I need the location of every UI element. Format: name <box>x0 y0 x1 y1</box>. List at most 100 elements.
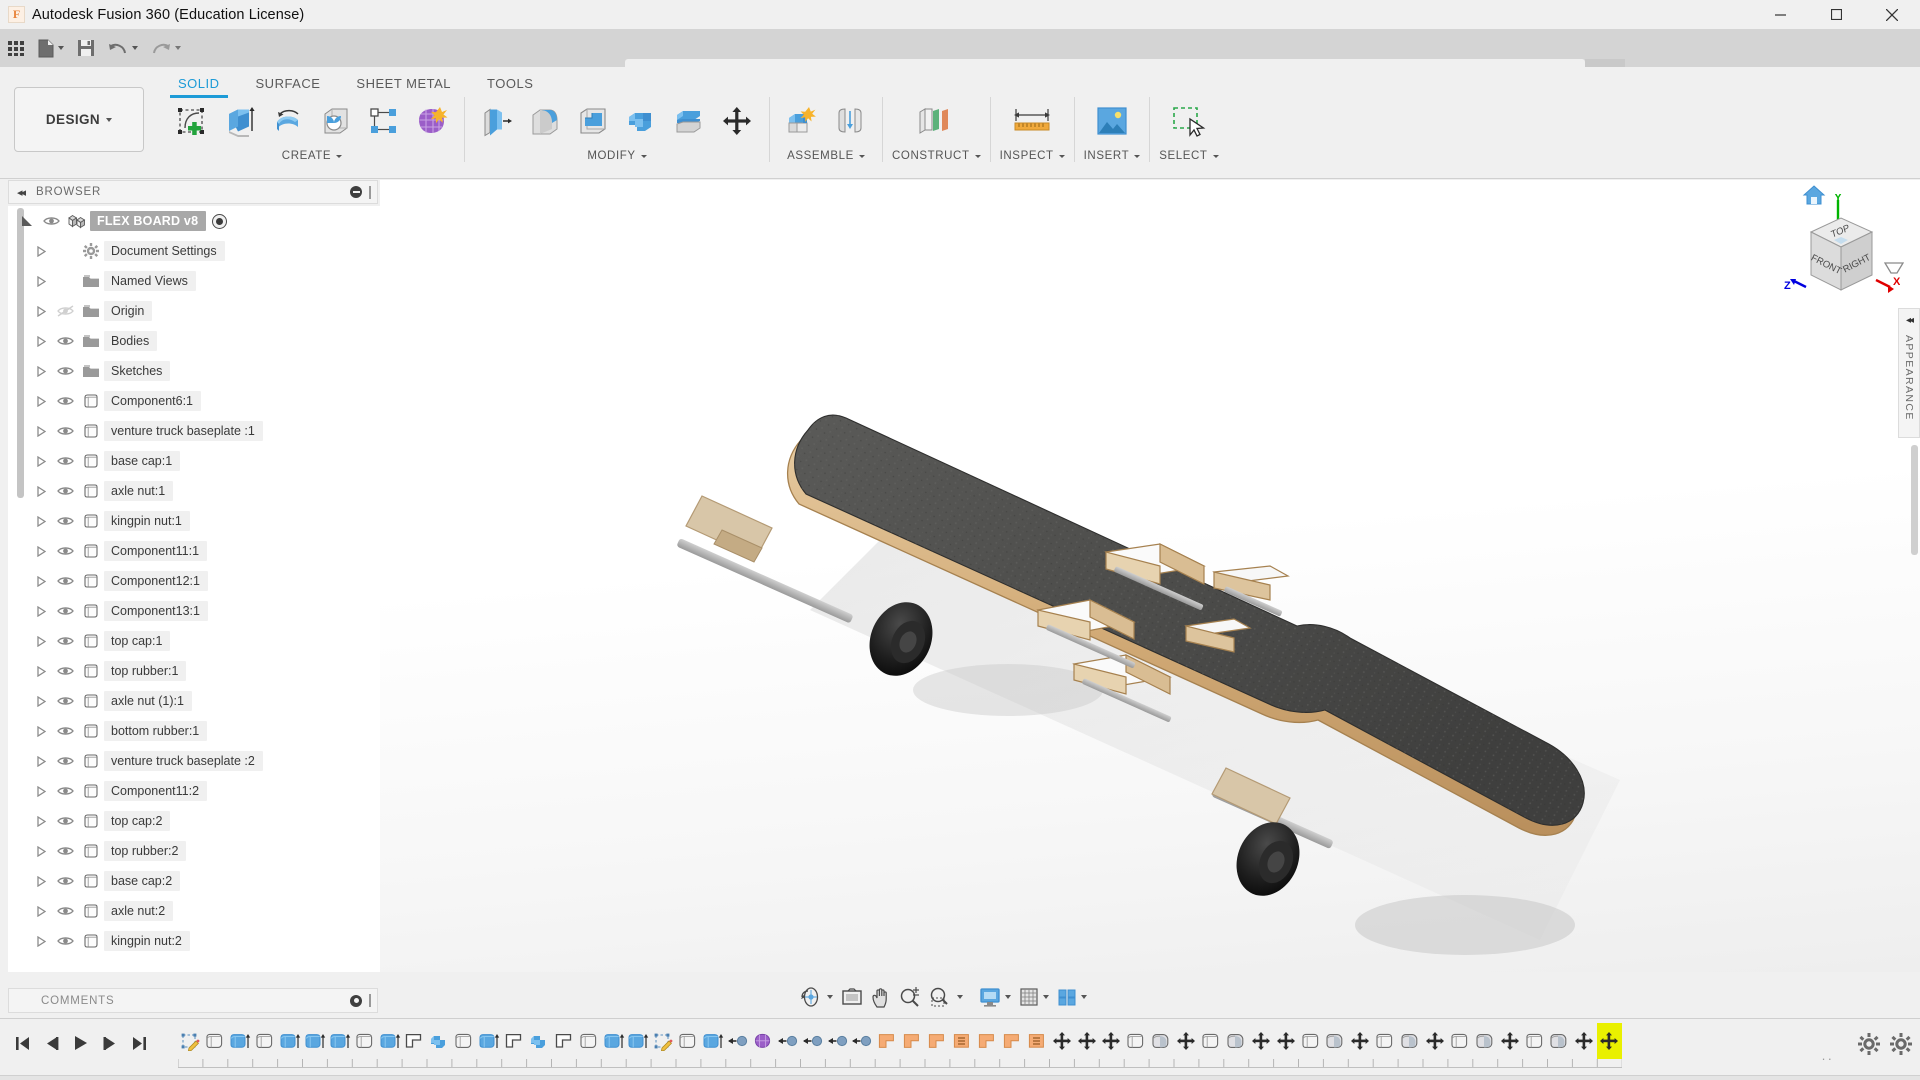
viewports-icon[interactable] <box>1053 982 1091 1012</box>
viewcube-menu-arrow-icon[interactable] <box>1883 262 1905 280</box>
pattern-icon[interactable] <box>361 97 407 145</box>
tree-expand-icon[interactable] <box>30 485 52 497</box>
visibility-eye-icon[interactable] <box>52 335 78 347</box>
timeline-feature[interactable] <box>925 1023 950 1059</box>
zoom-window-caret-icon[interactable] <box>957 995 963 999</box>
tree-expand-icon[interactable] <box>30 815 52 827</box>
measure-icon[interactable] <box>1000 97 1064 145</box>
timeline-feature[interactable] <box>750 1023 775 1059</box>
appearance-collapse-icon[interactable]: ◂◂ <box>1906 315 1914 326</box>
timeline-feature[interactable] <box>651 1023 676 1059</box>
visibility-eye-icon[interactable] <box>52 785 78 797</box>
pan-icon[interactable] <box>867 982 895 1012</box>
timeline-feature[interactable] <box>302 1023 327 1059</box>
panel-modify-caret-icon[interactable] <box>640 154 647 158</box>
jump-end-icon[interactable] <box>124 1029 153 1057</box>
panel-assemble-label[interactable]: ASSEMBLE <box>787 150 865 162</box>
browser-tree[interactable]: FLEX BOARD v8 Document Settings Named View… <box>8 206 380 972</box>
timeline-feature[interactable] <box>253 1023 278 1059</box>
orbit-caret-icon[interactable] <box>827 995 833 999</box>
tree-row[interactable]: Origin <box>8 296 380 326</box>
tree-row[interactable]: Component6:1 <box>8 386 380 416</box>
timeline-feature[interactable] <box>1547 1023 1572 1059</box>
timeline-feature[interactable] <box>278 1023 303 1059</box>
tab-sheet-metal[interactable]: SHEET METAL <box>338 72 469 98</box>
tree-row[interactable]: Component11:1 <box>8 536 380 566</box>
canvas-scrollbar[interactable] <box>1911 445 1918 555</box>
extrude-icon[interactable] <box>217 97 263 145</box>
zoom-icon[interactable] <box>895 982 925 1012</box>
timeline-feature[interactable] <box>427 1023 452 1059</box>
timeline-feature[interactable] <box>1223 1023 1248 1059</box>
timeline-feature[interactable] <box>825 1023 850 1059</box>
tree-row[interactable]: axle nut (1):1 <box>8 686 380 716</box>
move-copy-icon[interactable] <box>714 97 760 145</box>
revolve-icon[interactable] <box>265 97 311 145</box>
tree-row[interactable]: kingpin nut:2 <box>8 926 380 956</box>
timeline-feature[interactable] <box>1174 1023 1199 1059</box>
timeline-feature[interactable] <box>477 1023 502 1059</box>
tree-expand-icon[interactable] <box>30 575 52 587</box>
visibility-eye-icon[interactable] <box>52 365 78 377</box>
timeline-feature[interactable] <box>1447 1023 1472 1059</box>
tree-row[interactable]: top cap:2 <box>8 806 380 836</box>
grid-snap-icon[interactable] <box>1015 982 1053 1012</box>
visibility-eye-icon[interactable] <box>52 545 78 557</box>
new-file-icon[interactable] <box>33 32 69 64</box>
timeline-feature[interactable] <box>800 1023 825 1059</box>
pan-look-at-icon[interactable] <box>837 982 867 1012</box>
tree-expand-icon[interactable] <box>30 845 52 857</box>
visibility-eye-icon[interactable] <box>52 605 78 617</box>
close-button[interactable] <box>1864 0 1920 29</box>
tree-expand-icon[interactable] <box>30 275 52 287</box>
minimize-button[interactable] <box>1752 0 1808 29</box>
tree-expand-icon[interactable] <box>30 905 52 917</box>
timeline-feature[interactable] <box>601 1023 626 1059</box>
fillet-icon[interactable] <box>522 97 568 145</box>
timeline-feature[interactable] <box>452 1023 477 1059</box>
timeline-settings-icon[interactable] <box>1890 1033 1912 1060</box>
timeline-feature[interactable] <box>1024 1023 1049 1059</box>
timeline-feature[interactable] <box>402 1023 427 1059</box>
visibility-eye-icon[interactable] <box>52 395 78 407</box>
timeline-feature[interactable] <box>327 1023 352 1059</box>
save-icon[interactable] <box>72 32 100 64</box>
viewports-caret-icon[interactable] <box>1081 995 1087 999</box>
tree-expand-icon[interactable] <box>30 245 52 257</box>
timeline-feature[interactable] <box>775 1023 800 1059</box>
timeline-feature[interactable] <box>1199 1023 1224 1059</box>
timeline-feature[interactable] <box>1149 1023 1174 1059</box>
timeline-feature[interactable] <box>726 1023 751 1059</box>
tree-expand-icon[interactable] <box>30 335 52 347</box>
tree-row[interactable]: Document Settings <box>8 236 380 266</box>
visibility-eye-icon[interactable] <box>52 455 78 467</box>
timeline-feature[interactable] <box>875 1023 900 1059</box>
timeline-feature[interactable] <box>1248 1023 1273 1059</box>
tree-expand-icon[interactable] <box>30 755 52 767</box>
tree-expand-icon[interactable] <box>30 695 52 707</box>
tree-row[interactable]: base cap:2 <box>8 866 380 896</box>
timeline-feature[interactable] <box>850 1023 875 1059</box>
tree-row[interactable]: kingpin nut:1 <box>8 506 380 536</box>
timeline-feature[interactable] <box>526 1023 551 1059</box>
timeline-feature[interactable] <box>900 1023 925 1059</box>
timeline-feature[interactable] <box>1596 1023 1622 1059</box>
hole-icon[interactable] <box>313 97 359 145</box>
visibility-eye-icon[interactable] <box>52 305 78 317</box>
comments-grip-icon[interactable] <box>369 994 371 1007</box>
timeline-feature[interactable] <box>1572 1023 1597 1059</box>
tree-row[interactable]: venture truck baseplate :1 <box>8 416 380 446</box>
timeline-feature[interactable] <box>1273 1023 1298 1059</box>
tree-expand-icon[interactable] <box>30 665 52 677</box>
visibility-eye-icon[interactable] <box>52 515 78 527</box>
visibility-eye-icon[interactable] <box>52 725 78 737</box>
visibility-eye-icon[interactable] <box>52 875 78 887</box>
insert-image-icon[interactable] <box>1084 97 1140 145</box>
panel-create-caret-icon[interactable] <box>336 154 343 158</box>
workspace-switcher-button[interactable]: DESIGN <box>14 87 144 152</box>
visibility-eye-icon[interactable] <box>52 905 78 917</box>
timeline-feature[interactable] <box>1124 1023 1149 1059</box>
browser-grip-icon[interactable] <box>369 185 371 199</box>
browser-collapse-icon[interactable]: ◂◂ <box>17 186 26 199</box>
timeline-feature[interactable] <box>999 1023 1024 1059</box>
